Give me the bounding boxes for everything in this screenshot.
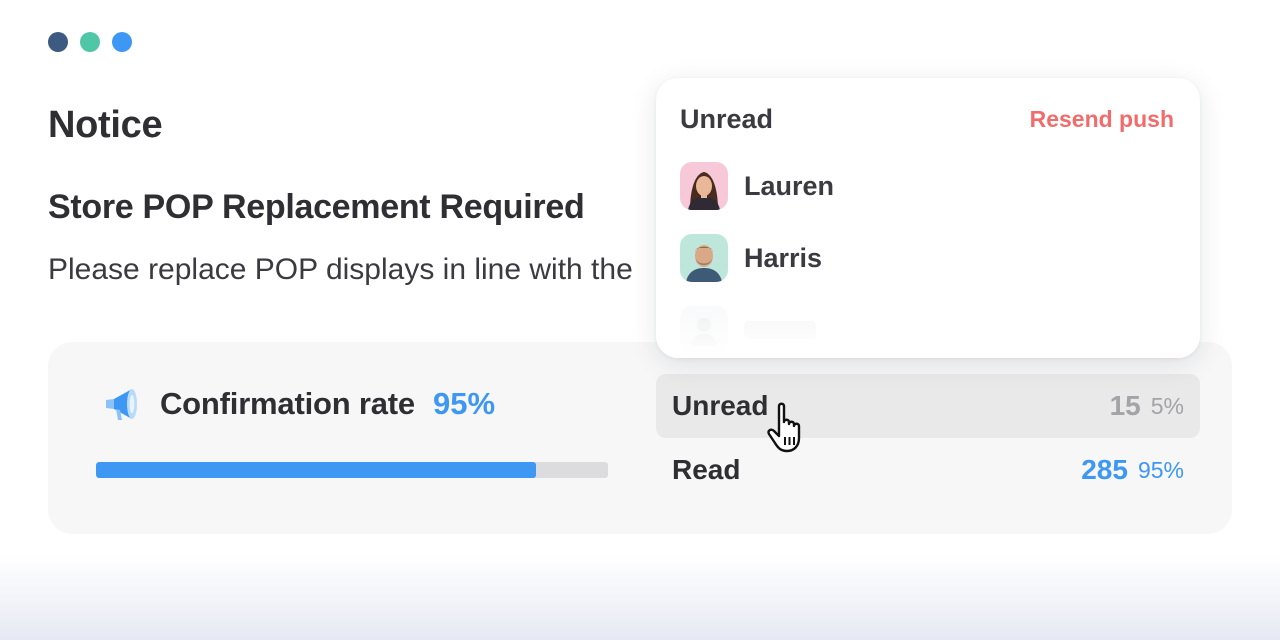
read-count: 285 — [1081, 454, 1128, 485]
notice-subject: Store POP Replacement Required — [48, 188, 585, 226]
window-dot-2[interactable] — [80, 32, 100, 52]
user-item-harris[interactable]: Harris — [680, 234, 822, 282]
confirmation-rate-row: Confirmation rate 95% — [100, 382, 495, 426]
avatar-harris — [680, 234, 728, 282]
avatar-lauren — [680, 162, 728, 210]
confirmation-rate-value: 95% — [432, 386, 496, 421]
unread-stat-row[interactable]: Unread 15 5% — [656, 374, 1200, 438]
user-name-harris: Harris — [744, 242, 823, 273]
popover-fade — [656, 298, 1200, 358]
window-controls — [48, 32, 132, 52]
unread-count: 15 — [1109, 390, 1141, 421]
popover-title: Unread — [680, 104, 774, 134]
read-percent: 95% — [1137, 456, 1184, 483]
unread-popover: Unread Resend push Lauren Harris — [656, 78, 1200, 358]
confirmation-card: Confirmation rate 95% Unread 15 5% Read … — [48, 342, 1232, 534]
unread-percent: 5% — [1150, 392, 1184, 419]
popover-header: Unread Resend push — [680, 104, 1174, 135]
unread-label: Unread — [672, 390, 769, 421]
resend-push-button[interactable]: Resend push — [1030, 106, 1174, 133]
confirmation-rate-label: Confirmation rate — [160, 386, 415, 421]
notice-body: Please replace POP displays in line with… — [48, 253, 633, 286]
user-name-lauren: Lauren — [744, 170, 835, 201]
read-label: Read — [672, 454, 741, 485]
hand-pointer-icon — [767, 402, 801, 453]
read-stat-row[interactable]: Read 285 95% — [656, 438, 1200, 502]
page-title: Notice — [48, 104, 163, 146]
confirmation-progress-bar — [96, 462, 608, 478]
user-item-lauren[interactable]: Lauren — [680, 162, 834, 210]
window-dot-1[interactable] — [48, 32, 68, 52]
megaphone-icon — [106, 389, 137, 420]
confirmation-progress-fill — [96, 462, 537, 478]
window-dot-3[interactable] — [112, 32, 132, 52]
